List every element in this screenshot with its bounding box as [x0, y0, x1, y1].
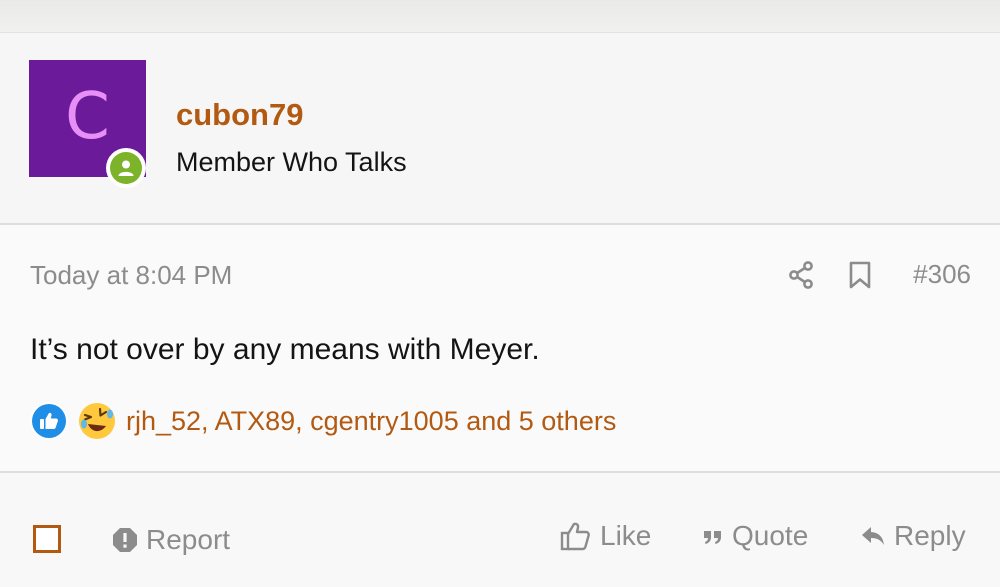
post-timestamp[interactable]: Today at 8:04 PM [30, 260, 232, 291]
post-user-header: C cubon79 Member Who Talks [0, 33, 1000, 225]
thumbs-up-icon [560, 522, 590, 551]
like-reaction-icon[interactable] [30, 402, 68, 440]
report-button[interactable]: Report [112, 524, 230, 556]
reply-label: Reply [894, 520, 966, 551]
top-strip [0, 0, 1000, 33]
online-status-badge [106, 148, 146, 188]
post-footer: Report Like Quote Reply [0, 473, 1000, 587]
avatar-letter: C [65, 79, 110, 154]
share-icon[interactable] [788, 261, 814, 289]
reply-button[interactable]: Reply [860, 520, 966, 552]
post-number-link[interactable]: #306 [913, 259, 971, 290]
report-icon [113, 528, 137, 552]
quote-button[interactable]: Quote [702, 520, 808, 552]
quote-label: Quote [732, 520, 809, 551]
select-post-checkbox[interactable] [33, 525, 61, 553]
like-label: Like [600, 520, 652, 551]
like-button[interactable]: Like [560, 520, 651, 552]
user-online-icon [118, 160, 134, 176]
quote-icon [704, 531, 721, 544]
page: C cubon79 Member Who Talks Today at 8:04… [0, 0, 1000, 587]
username-link[interactable]: cubon79 [176, 97, 303, 133]
reply-icon [862, 527, 884, 545]
post-body: Today at 8:04 PM #306 It’s not over by a… [0, 225, 1000, 473]
bookmark-icon[interactable] [848, 261, 872, 289]
user-title: Member Who Talks [176, 147, 407, 177]
reactions-bar[interactable]: rjh_52, ATX89, cgentry1005 and 5 others [30, 402, 616, 440]
post-message: It’s not over by any means with Meyer. [30, 333, 540, 366]
haha-reaction-icon[interactable] [78, 402, 116, 440]
reaction-users-link[interactable]: rjh_52, ATX89, cgentry1005 and 5 others [126, 406, 616, 437]
report-label: Report [146, 524, 231, 555]
